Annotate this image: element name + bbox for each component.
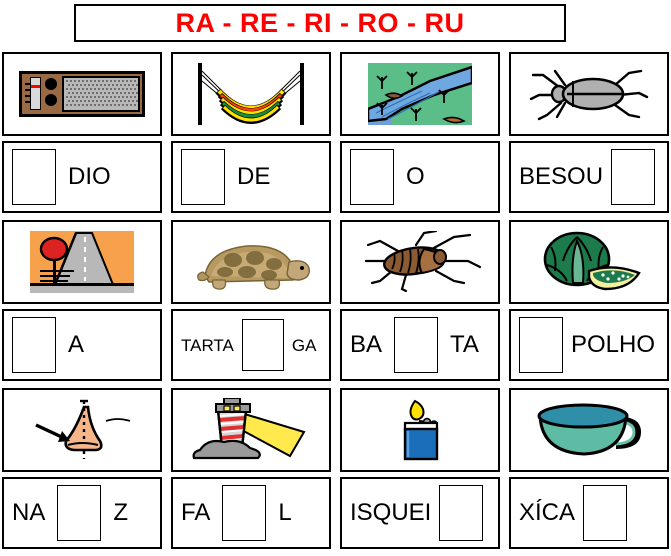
picture-cell-tortoise [171,220,331,304]
word-prefix: ISQUEI [350,499,432,526]
title-box: RA - RE - RI - RO - RU [74,4,566,42]
beetle-icon [529,69,649,121]
word-suffix: L [278,499,292,526]
word-cell-rede[interactable]: DE [171,141,331,213]
answer-blank[interactable] [241,319,284,371]
picture-cell-hammock [171,52,331,136]
picture-cell-river [340,52,500,136]
answer-blank[interactable] [611,149,656,205]
answer-blank[interactable] [583,485,628,541]
answer-blank[interactable] [12,317,56,373]
word-prefix: NA [12,499,46,526]
word-row-3: NA Z FA L ISQUEI XÍCA [2,477,669,549]
tortoise-icon [197,245,310,290]
word-row-2: A TARTA GA BA TA POLHO [2,309,669,381]
word-cell-rio[interactable]: O [340,141,500,213]
page-title: RA - RE - RI - RO - RU [175,7,465,38]
word-suffix: POLHO [571,331,656,358]
cup-icon [537,403,642,456]
word-cell-besouro[interactable]: BESOU [509,141,669,213]
word-suffix: DIO [68,163,111,190]
word-suffix: O [406,163,425,190]
lighter-icon [403,399,439,461]
word-prefix: XÍCA [519,499,576,526]
exercise-grid: DIO DE O BESOU A TARTA GA BA TA POLHO NA… [2,52,669,556]
word-prefix: BESOU [519,163,604,190]
river-icon [368,63,472,125]
word-prefix: FA [181,499,211,526]
word-cell-xicara[interactable]: XÍCA [509,477,669,549]
word-cell-tartaruga[interactable]: TARTA GA [171,309,331,381]
word-suffix: A [68,331,85,358]
word-cell-isqueiro[interactable]: ISQUEI [340,477,500,549]
radio-icon [19,71,145,117]
word-suffix: TA [450,331,479,358]
picture-cell-lighthouse [171,388,331,472]
answer-blank[interactable] [394,317,439,373]
picture-cell-cup [509,388,669,472]
word-cell-farol[interactable]: FA L [171,477,331,549]
answer-blank[interactable] [181,149,225,205]
lighthouse-icon [192,398,306,460]
cabbage-icon [543,231,641,291]
nose-icon [35,399,131,459]
street-icon [30,231,134,293]
word-suffix: DE [237,163,271,190]
word-cell-nariz[interactable]: NA Z [2,477,162,549]
answer-blank[interactable] [222,485,267,541]
word-row-1: DIO DE O BESOU [2,141,669,213]
picture-cell-beetle [509,52,669,136]
answer-blank[interactable] [519,317,563,373]
word-suffix: GA [291,335,317,355]
answer-blank[interactable] [350,149,394,205]
picture-cell-radio [2,52,162,136]
picture-cell-nose [2,388,162,472]
picture-cell-cockroach [340,220,500,304]
answer-blank[interactable] [12,149,56,205]
word-cell-repolho[interactable]: POLHO [509,309,669,381]
word-prefix: BA [350,331,383,358]
picture-row-2 [2,220,669,304]
word-cell-rua[interactable]: A [2,309,162,381]
picture-cell-street [2,220,162,304]
word-cell-radio[interactable]: DIO [2,141,162,213]
picture-row-3 [2,388,669,472]
word-prefix: TARTA [181,335,234,355]
answer-blank[interactable] [439,485,484,541]
picture-cell-lighter [340,388,500,472]
picture-cell-cabbage [509,220,669,304]
hammock-icon [198,63,304,125]
picture-row-1 [2,52,669,136]
word-suffix: Z [113,499,129,526]
worksheet: RA - RE - RI - RO - RU DIO DE O BESOU A … [0,0,671,549]
cockroach-icon [364,231,482,293]
word-cell-barata[interactable]: BA TA [340,309,500,381]
answer-blank[interactable] [57,485,102,541]
